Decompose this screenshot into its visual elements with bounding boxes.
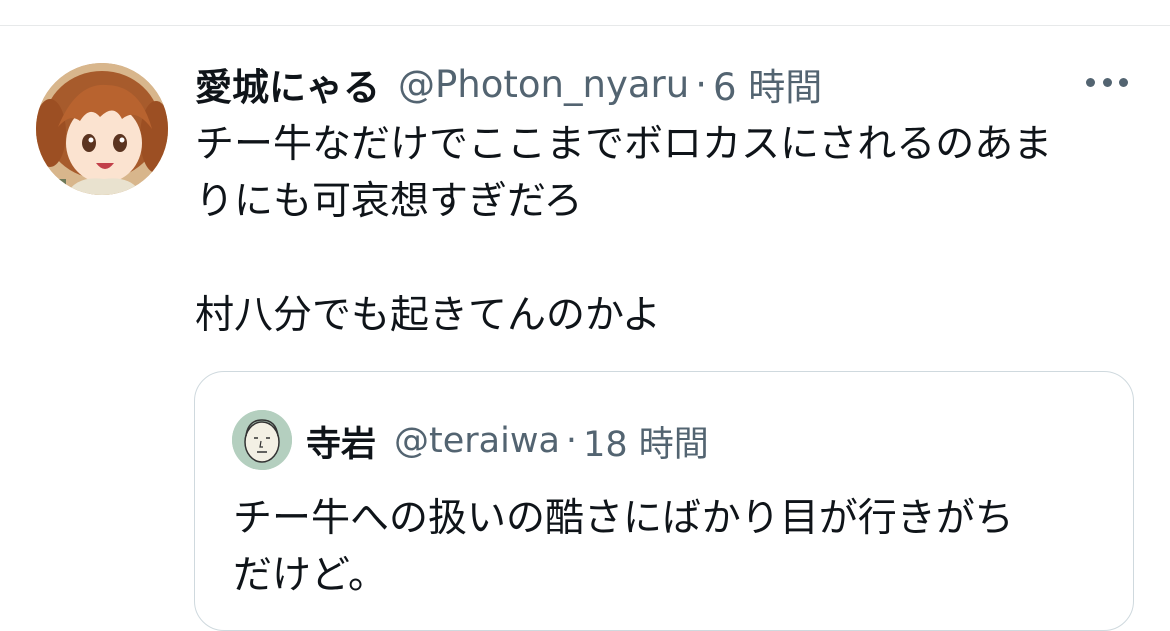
tweet-text: チー牛なだけでここまでボロカスにされるのあま りにも可哀想すぎだろ 村八分でも起… (195, 116, 1130, 344)
cartoon-face-avatar-image (232, 410, 292, 470)
separator-dot: · (565, 421, 578, 461)
tweet-timestamp[interactable]: 6 時間 (713, 57, 822, 111)
top-divider (0, 25, 1170, 26)
more-horizontal-icon[interactable] (1082, 70, 1132, 94)
tweet-text-line: りにも可哀想すぎだろ (195, 179, 583, 224)
more-dot (1102, 77, 1112, 87)
tweet-header: 愛城にゃる @Photon_nyaru · 6 時間 (195, 58, 822, 110)
author-handle[interactable]: @Photon_nyaru (398, 63, 689, 106)
author-avatar[interactable] (36, 63, 168, 195)
tweet-text-line: チー牛なだけでここまでボロカスにされるのあま (195, 122, 1053, 167)
quoted-text-line: チー牛への扱いの酷さにばかり目が行きがち (233, 496, 1014, 541)
more-dot (1119, 77, 1128, 87)
anime-girl-avatar-image (36, 63, 168, 195)
quoted-author-handle[interactable]: @teraiwa (394, 421, 560, 461)
more-dot (1086, 77, 1095, 87)
quoted-tweet-header: 寺岩 @teraiwa · 18 時間 (306, 416, 709, 466)
quoted-author-display-name[interactable]: 寺岩 (306, 416, 376, 467)
author-display-name[interactable]: 愛城にゃる (195, 57, 380, 111)
separator-dot: · (695, 62, 707, 106)
quoted-author-avatar[interactable] (232, 410, 292, 470)
quoted-text-line: だけど。 (233, 553, 388, 598)
quoted-tweet-text: チー牛への扱いの酷さにばかり目が行きがち だけど。 (233, 490, 1103, 604)
quoted-tweet-timestamp[interactable]: 18 時間 (583, 416, 709, 467)
tweet-text-paragraph: 村八分でも起きてんのかよ (195, 293, 662, 338)
